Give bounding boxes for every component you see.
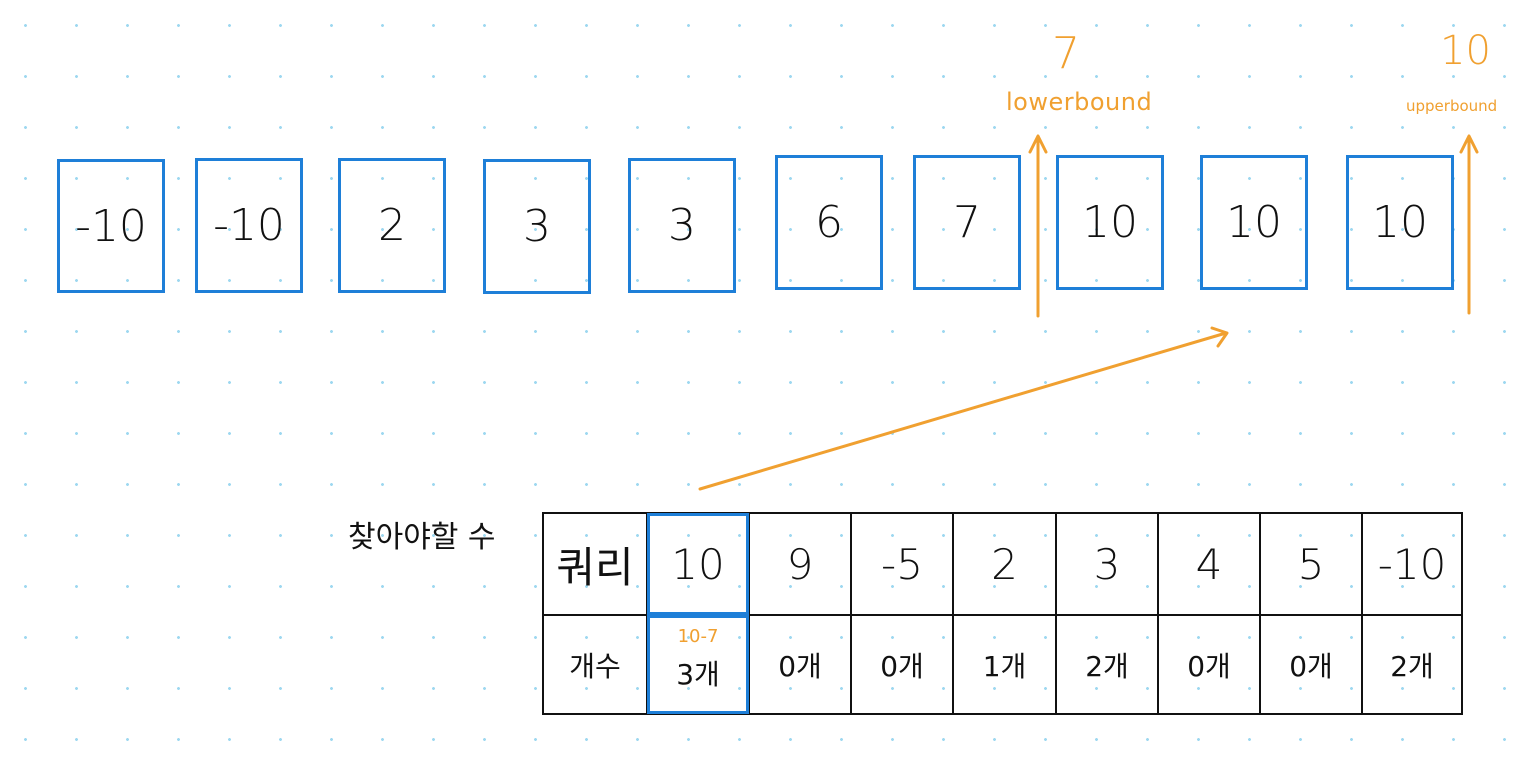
table-title: 찾아야할 수 [348, 520, 496, 555]
query-cell: -5 [850, 512, 954, 616]
array-cell-value: -10 [75, 200, 147, 252]
array-cell-2: 2 [338, 158, 446, 293]
array-cell-4: 3 [628, 158, 736, 293]
query-cell: 5 [1259, 512, 1363, 616]
count-cell: 0개 [1157, 614, 1261, 715]
array-cell-value: 3 [523, 201, 551, 252]
query-table: 쿼리 10 9 -5 2 3 4 5 -10 개수 10-7 3개 0개 0개 … [542, 512, 1463, 715]
array-cell-value: 7 [953, 197, 981, 248]
array-cell-9: 10 [1346, 155, 1454, 290]
query-cell: 2 [952, 512, 1057, 616]
count-cell: 2개 [1361, 614, 1463, 715]
query-cell: -10 [1361, 512, 1463, 616]
upperbound-value: 10 [1440, 28, 1491, 74]
array-cell-6: 7 [913, 155, 1021, 290]
query-cell-highlighted: 10 [646, 512, 750, 616]
array-cell-value: 2 [378, 200, 406, 251]
count-cell: 2개 [1055, 614, 1159, 715]
query-cell: 9 [748, 512, 852, 616]
count-header: 개수 [542, 614, 648, 715]
array-cell-0: -10 [57, 159, 165, 293]
array-cell-3: 3 [483, 159, 591, 294]
array-cell-value: 10 [1082, 197, 1138, 248]
query-cell: 3 [1055, 512, 1159, 616]
array-cell-5: 6 [775, 155, 883, 290]
upperbound-label: upperbound [1406, 97, 1498, 115]
subtraction-note: 10-7 [677, 626, 719, 647]
count-cell: 1개 [952, 614, 1057, 715]
query-row: 쿼리 10 9 -5 2 3 4 5 -10 [542, 512, 1463, 616]
array-cell-value: 10 [1226, 197, 1282, 248]
query-pointer-arrow [698, 326, 1229, 491]
count-cell: 0개 [850, 614, 954, 715]
count-cell-highlighted: 10-7 3개 [646, 614, 750, 715]
array-cell-1: -10 [195, 158, 303, 293]
array-cell-value: 3 [668, 200, 696, 251]
array-cell-value: 6 [815, 197, 843, 248]
lowerbound-label: lowerbound [1006, 88, 1153, 116]
count-value: 3개 [676, 657, 720, 691]
lowerbound-value: 7 [1052, 28, 1080, 79]
array-cell-value: -10 [213, 200, 285, 251]
query-cell: 4 [1157, 512, 1261, 616]
count-cell: 0개 [748, 614, 852, 715]
count-cell: 0개 [1259, 614, 1363, 715]
query-header: 쿼리 [542, 512, 648, 616]
upperbound-arrow [1459, 134, 1479, 315]
lowerbound-arrow [1028, 134, 1048, 318]
array-cell-7: 10 [1056, 155, 1164, 290]
array-cell-8: 10 [1200, 155, 1308, 290]
count-row: 개수 10-7 3개 0개 0개 1개 2개 0개 0개 2개 [542, 614, 1463, 715]
array-cell-value: 10 [1372, 197, 1428, 248]
